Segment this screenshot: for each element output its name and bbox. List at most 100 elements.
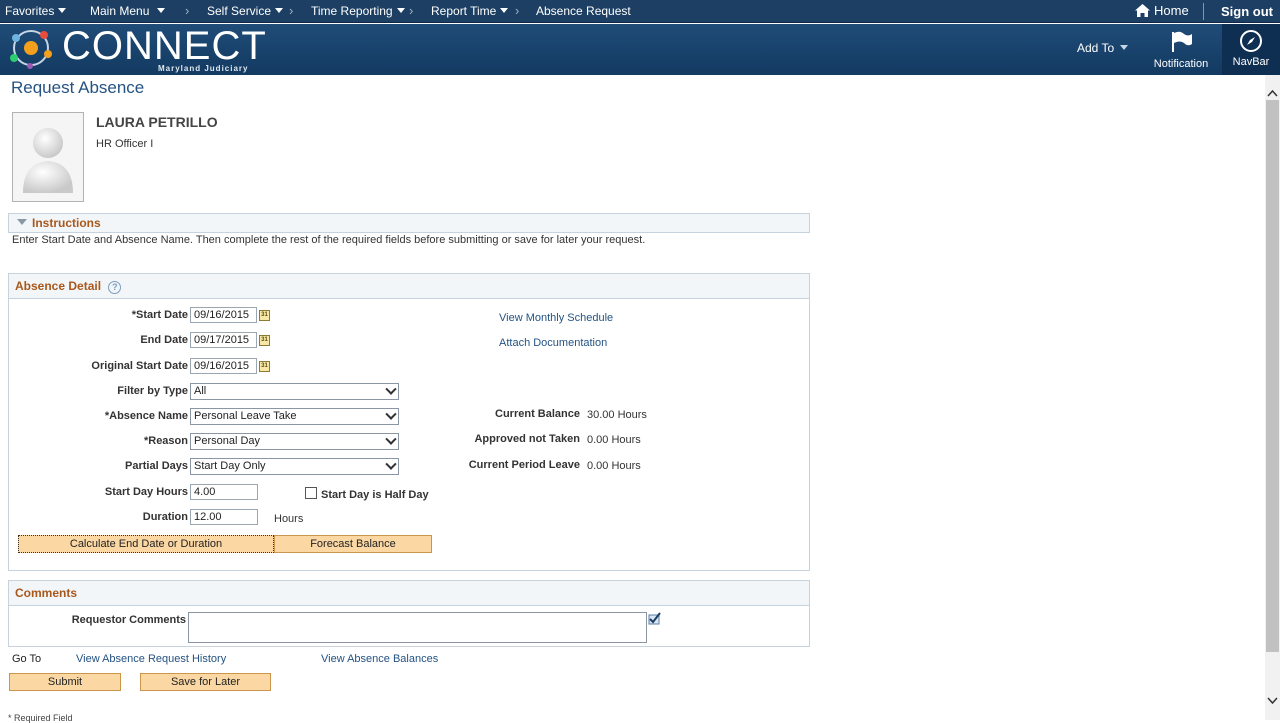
navbar-label: NavBar (1232, 56, 1270, 68)
original-start-date-label: Original Start Date (91, 360, 188, 372)
filter-by-type-label: Filter by Type (117, 385, 188, 397)
reason-label: *Reason (143, 435, 188, 447)
sign-out-link[interactable]: Sign out (1221, 4, 1273, 19)
filter-by-type-value: All (194, 385, 207, 397)
time-reporting-label: Time Reporting (311, 4, 393, 18)
view-absence-balances-link[interactable]: View Absence Balances (321, 653, 438, 665)
employee-name: LAURA PETRILLO (96, 114, 218, 130)
breadcrumb-current: Absence Request (536, 4, 631, 18)
requestor-comments-textarea[interactable] (188, 612, 647, 643)
collapse-triangle-icon (17, 219, 27, 225)
view-absence-request-history-link[interactable]: View Absence Request History (76, 653, 226, 665)
approved-not-taken-value: 0.00 Hours (587, 434, 641, 446)
main-menu-label: Main Menu (90, 4, 150, 18)
top-nav-bar: Favorites Main Menu › Self Service › Tim… (0, 0, 1280, 23)
current-period-leave-label: Current Period Leave (468, 459, 580, 471)
breadcrumb-separator-icon: › (289, 3, 294, 18)
reason-value: Personal Day (194, 435, 261, 447)
logo-subtitle: Maryland Judiciary (158, 64, 249, 73)
compass-icon (1240, 30, 1262, 52)
start-date-label: *Start Date (131, 309, 188, 321)
filter-by-type-select[interactable]: All (190, 383, 399, 400)
chevron-down-icon (275, 8, 284, 13)
favorites-menu[interactable]: Favorites (5, 4, 67, 18)
calendar-icon[interactable]: 31 (259, 310, 270, 321)
instructions-title: Instructions (32, 216, 101, 230)
absence-detail-header: Absence Detail ? (8, 273, 810, 299)
breadcrumb-report-time[interactable]: Report Time (431, 4, 509, 18)
end-date-input[interactable]: 09/17/2015 (190, 332, 257, 348)
nav-divider (1203, 3, 1204, 20)
home-link[interactable]: Home (1135, 3, 1189, 18)
main-menu[interactable]: Main Menu (90, 4, 166, 18)
absence-name-value: Personal Leave Take (194, 410, 297, 422)
original-start-date-input[interactable]: 09/16/2015 (190, 358, 257, 374)
current-balance-value: 30.00 Hours (587, 409, 647, 421)
avatar (12, 112, 84, 202)
absence-name-select[interactable]: Personal Leave Take (190, 408, 399, 425)
end-date-label: End Date (140, 334, 188, 346)
forecast-balance-button[interactable]: Forecast Balance (274, 535, 432, 553)
dropdown-arrow-icon (385, 383, 397, 395)
home-icon (1135, 4, 1150, 17)
breadcrumb-self-service[interactable]: Self Service (207, 4, 284, 18)
notification-label: Notification (1153, 58, 1209, 70)
header-banner: CONNECT Maryland Judiciary Add To Notifi… (0, 24, 1280, 75)
absence-detail-title: Absence Detail (15, 279, 102, 293)
duration-label: Duration (142, 511, 188, 523)
scrollbar-thumb[interactable] (1266, 100, 1279, 652)
navbar-button[interactable]: NavBar (1222, 24, 1280, 75)
notification-button[interactable]: Notification (1140, 26, 1222, 75)
absence-name-label: *Absence Name (104, 410, 188, 422)
half-day-checkbox[interactable] (305, 487, 317, 499)
attach-documentation-link[interactable]: Attach Documentation (499, 337, 607, 349)
reason-select[interactable]: Personal Day (190, 433, 399, 450)
add-to-label: Add To (1077, 41, 1115, 55)
breadcrumb-separator-icon: › (185, 3, 190, 18)
report-time-label: Report Time (431, 4, 497, 18)
chevron-down-icon (1120, 45, 1129, 50)
self-service-label: Self Service (207, 4, 272, 18)
start-day-hours-label: Start Day Hours (104, 486, 188, 498)
page-title: Request Absence (11, 78, 145, 97)
start-day-hours-input[interactable]: 4.00 (190, 484, 258, 500)
instructions-header[interactable]: Instructions (8, 213, 810, 233)
calendar-icon[interactable]: 31 (259, 335, 270, 346)
save-for-later-button[interactable]: Save for Later (140, 673, 271, 691)
add-to-menu[interactable]: Add To (1077, 41, 1129, 55)
favorites-label: Favorites (5, 4, 55, 18)
scroll-down-icon[interactable] (1266, 696, 1279, 706)
breadcrumb-time-reporting[interactable]: Time Reporting (311, 4, 405, 18)
dropdown-arrow-icon (385, 408, 397, 420)
required-field-note: * Required Field (8, 713, 73, 723)
submit-button[interactable]: Submit (9, 673, 121, 691)
home-label: Home (1154, 3, 1189, 18)
dropdown-arrow-icon (385, 433, 397, 445)
current-period-leave-value: 0.00 Hours (587, 460, 641, 472)
help-icon[interactable]: ? (108, 281, 122, 294)
half-day-label: Start Day is Half Day (321, 489, 429, 501)
partial-days-select[interactable]: Start Day Only (190, 458, 399, 475)
logo-text: CONNECT (62, 24, 267, 68)
view-monthly-schedule-link[interactable]: View Monthly Schedule (499, 312, 613, 324)
dropdown-arrow-icon (385, 458, 397, 470)
calculate-end-date-button[interactable]: Calculate End Date or Duration (18, 535, 274, 553)
connect-logo-icon (10, 30, 52, 69)
partial-days-label: Partial Days (125, 460, 188, 472)
person-placeholder-icon (23, 128, 73, 193)
requestor-comments-label: Requestor Comments (71, 614, 186, 626)
start-date-input[interactable]: 09/16/2015 (190, 307, 257, 323)
calendar-icon[interactable]: 31 (259, 361, 270, 372)
duration-input[interactable]: 12.00 (190, 509, 258, 525)
scroll-up-icon[interactable] (1266, 88, 1279, 98)
partial-days-value: Start Day Only (194, 460, 266, 472)
chevron-down-icon (58, 8, 67, 13)
spellcheck-icon[interactable] (647, 612, 661, 626)
chevron-down-icon (157, 8, 166, 13)
chevron-down-icon (500, 8, 509, 13)
current-balance-label: Current Balance (495, 408, 580, 420)
instructions-text: Enter Start Date and Absence Name. Then … (12, 234, 646, 246)
approved-not-taken-label: Approved not Taken (474, 433, 580, 445)
breadcrumb-separator-icon: › (409, 3, 414, 18)
duration-unit: Hours (274, 513, 304, 525)
